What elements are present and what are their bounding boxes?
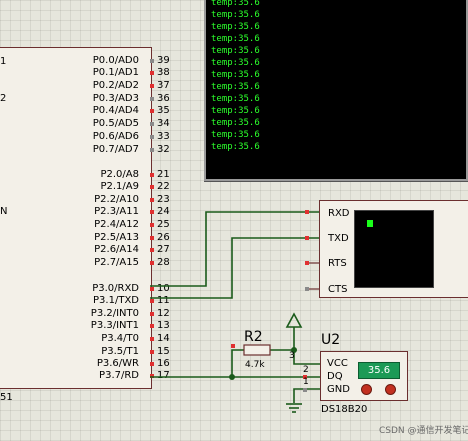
sensor-pin-dq: DQ [327,371,343,382]
junction-dot [229,374,235,380]
resistor-body [243,344,271,356]
sensor-decrease-button[interactable] [361,384,372,395]
sensor-pin-num-2: 2 [303,365,309,375]
wire-gnd [293,388,321,403]
uart-rts-pin[interactable] [305,261,309,265]
sensor-pin-num-1: 1 [303,377,309,387]
uart-label-rxd: RXD [328,208,350,219]
ds18b20-sensor[interactable]: VCC DQ GND 35.6 [320,351,408,401]
sensor-temperature-display: 35.6 [358,362,400,379]
watermark: CSDN @通信开发笔记 [379,426,468,436]
wire-r2-left [231,349,244,377]
r2-pin-dot[interactable] [231,344,235,348]
uart-screen [354,210,434,288]
resistor-value: 4.7k [245,360,265,370]
wire-vcc [293,327,321,365]
resistor-ref: R2 [244,329,263,345]
uart-label-txd: TXD [328,233,349,244]
sensor-pin-vcc: VCC [327,358,348,369]
power-arrow-icon [285,312,303,328]
uart-label-rts: RTS [328,258,347,269]
uart-cts-pin[interactable] [305,287,309,291]
sensor-part-name: DS18B20 [321,404,368,415]
wire-rxd [150,211,319,287]
uart-cursor [367,220,373,227]
uart-txd-pin[interactable] [305,236,309,240]
sensor-ref: U2 [321,332,341,348]
sensor-pin-gnd: GND [327,384,350,395]
sensor-increase-button[interactable] [385,384,396,395]
sensor-pin-num-3: 3 [289,351,295,361]
sensor-gnd-pin-dot[interactable] [303,388,307,392]
uart-terminal-component[interactable]: RXD TXD RTS CTS [319,200,468,298]
wire-txd [150,237,319,299]
uart-label-cts: CTS [328,284,348,295]
uart-rxd-pin[interactable] [305,210,309,214]
